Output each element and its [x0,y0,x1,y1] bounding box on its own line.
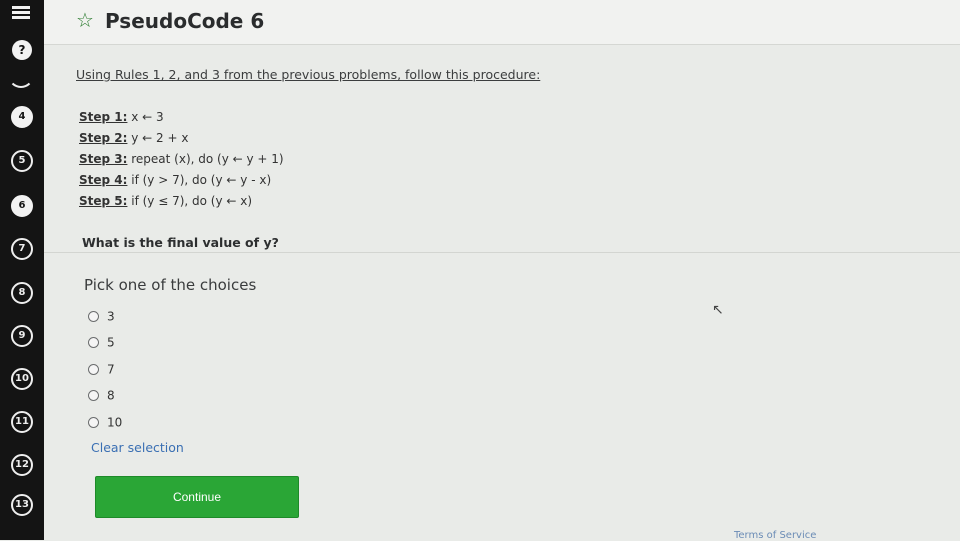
step-label: Step 3: [79,152,128,166]
menu-icon[interactable] [12,6,30,20]
clear-selection-link[interactable]: Clear selection [91,440,184,455]
step-label: Step 5: [79,194,128,208]
choice-10[interactable]: 10 [88,415,122,433]
choice-7[interactable]: 7 [88,362,115,380]
step-5: Step 5: if (y ≤ 7), do (y ← x) [79,194,252,208]
question-nav-11[interactable]: 11 [11,411,33,433]
radio-button[interactable] [88,417,99,428]
question-nav-4[interactable]: 4 [11,106,33,128]
choice-8[interactable]: 8 [88,388,115,406]
step-label: Step 1: [79,110,128,124]
scrolled-question-icon[interactable] [8,62,34,88]
step-text: x ← 3 [127,110,164,124]
page-title: PseudoCode 6 [105,9,265,33]
question-nav-13[interactable]: 13 [11,494,33,516]
step-text: repeat (x), do (y ← y + 1) [127,152,284,166]
help-icon[interactable]: ? [12,40,32,60]
question-nav-12[interactable]: 12 [11,454,33,476]
choice-5[interactable]: 5 [88,335,115,353]
star-icon[interactable]: ☆ [76,8,94,32]
choice-label: 8 [107,388,115,403]
radio-button[interactable] [88,337,99,348]
question-text: What is the final value of y? [82,235,279,250]
choice-label: 3 [107,309,115,324]
question-nav-7[interactable]: 7 [11,238,33,260]
question-panel: Using Rules 1, 2, and 3 from the previou… [44,45,960,541]
step-4: Step 4: if (y > 7), do (y ← y - x) [79,173,271,187]
question-nav-8[interactable]: 8 [11,282,33,304]
choice-label: 7 [107,362,115,377]
sidebar: ? 4 5 6 7 8 9 10 11 12 13 [0,0,44,540]
choice-prompt: Pick one of the choices [84,276,257,294]
radio-button[interactable] [88,364,99,375]
step-text: if (y ≤ 7), do (y ← x) [127,194,253,208]
question-nav-5[interactable]: 5 [11,150,33,172]
radio-button[interactable] [88,390,99,401]
mouse-cursor-icon: ↖ [712,302,724,318]
choice-3[interactable]: 3 [88,309,115,327]
radio-button[interactable] [88,311,99,322]
step-1: Step 1: x ← 3 [79,110,164,124]
choice-label: 10 [107,415,123,430]
problem-intro: Using Rules 1, 2, and 3 from the previou… [76,67,541,82]
step-3: Step 3: repeat (x), do (y ← y + 1) [79,152,284,166]
choice-label: 5 [107,335,115,350]
terms-of-service-link[interactable]: Terms of Service [734,530,816,541]
step-text: if (y > 7), do (y ← y - x) [127,173,272,187]
question-nav-10[interactable]: 10 [11,368,33,390]
continue-button[interactable]: Continue [95,476,299,518]
divider [44,252,960,253]
step-text: y ← 2 + x [127,131,189,145]
question-nav-6[interactable]: 6 [11,195,33,217]
step-2: Step 2: y ← 2 + x [79,131,188,145]
step-label: Step 4: [79,173,128,187]
question-nav-9[interactable]: 9 [11,325,33,347]
header: ☆ PseudoCode 6 [44,0,960,45]
step-label: Step 2: [79,131,128,145]
